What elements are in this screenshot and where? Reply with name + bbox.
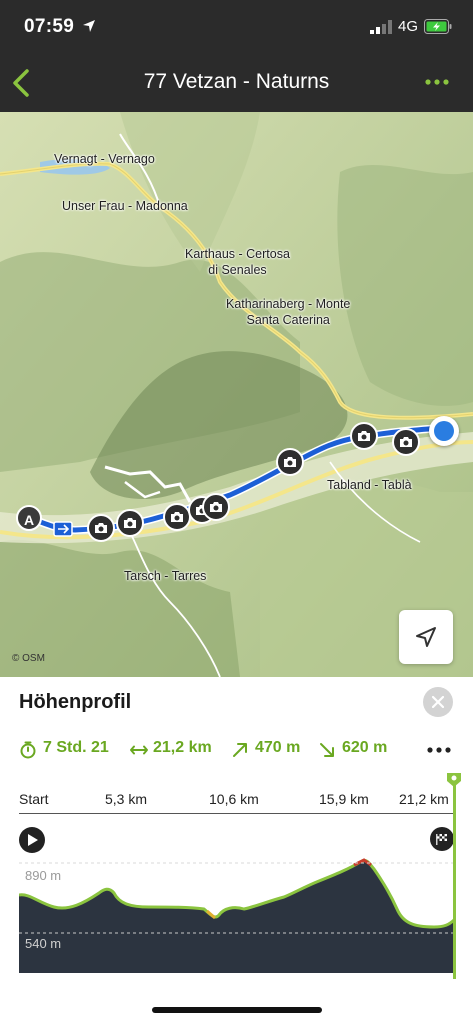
map-attribution[interactable]: © OSM: [12, 653, 45, 664]
stat-ascent-value: 470 m: [255, 739, 301, 756]
place-label-karthaus-line1: Karthaus - Certosa: [185, 247, 290, 261]
stat-duration-value: 7 Std. 21: [43, 739, 109, 756]
axis-tick-5-3: 5,3 km: [105, 791, 148, 807]
axis-tick-21-2: 21,2 km: [399, 791, 449, 807]
photo-marker[interactable]: [87, 514, 115, 542]
start-play-icon: [19, 827, 45, 853]
network-label: 4G: [398, 18, 419, 35]
place-label-katharinaberg-line1: Katharinaberg - Monte: [226, 297, 351, 311]
panel-title: Höhenprofil: [19, 691, 132, 713]
elevation-label-low: 540 m: [25, 936, 62, 951]
camera-icon: [124, 518, 136, 528]
start-marker[interactable]: A: [16, 505, 42, 531]
stat-distance-value: 21,2 km: [153, 739, 212, 756]
cursor-pin-icon[interactable]: [445, 771, 463, 789]
ascent-arrow-icon: [233, 743, 247, 757]
status-time: 07:59: [24, 16, 75, 37]
map-terrain: [0, 112, 473, 677]
photo-marker[interactable]: [116, 509, 144, 537]
navigation-bar: 77 Vetzan - Naturns: [0, 60, 473, 112]
more-icon[interactable]: [424, 72, 450, 92]
current-position-marker: [429, 416, 459, 446]
elevation-label-high: 890 m: [25, 868, 62, 883]
camera-icon: [358, 431, 370, 441]
finish-flag-icon: [430, 827, 454, 851]
axis-tick-15-9: 15,9 km: [319, 791, 369, 807]
distance-axis: Start 5,3 km 10,6 km 15,9 km 21,2 km: [19, 791, 455, 813]
stopwatch-icon: [20, 741, 36, 759]
photo-marker[interactable]: [350, 422, 378, 450]
elevation-profile-chart[interactable]: [19, 823, 455, 973]
place-label-vernagt: Vernagt - Vernago: [54, 152, 155, 166]
place-label-katharinaberg-line2: Santa Caterina: [246, 313, 330, 327]
locate-me-button[interactable]: [399, 610, 453, 664]
close-button[interactable]: [423, 687, 453, 717]
place-label-karthaus: Karthaus - Certosa di Senales: [185, 246, 290, 278]
place-label-tabland: Tabland - Tablà: [327, 478, 412, 492]
place-label-unser-frau: Unser Frau - Madonna: [62, 199, 188, 213]
descent-arrow-icon: [320, 743, 334, 757]
camera-icon: [284, 457, 296, 467]
axis-tick-10-6: 10,6 km: [209, 791, 259, 807]
status-bar: 07:59 4G: [0, 0, 473, 60]
photo-marker[interactable]: [392, 428, 420, 456]
page-title: 77 Vetzan - Naturns: [143, 70, 330, 93]
camera-icon: [210, 502, 222, 512]
signal-icon: [370, 20, 392, 34]
close-icon: [432, 696, 444, 708]
stat-descent-value: 620 m: [342, 739, 388, 756]
location-arrow-icon: [83, 20, 95, 32]
top-bar: 07:59 4G 77 Vetzan - Naturns: [0, 0, 473, 112]
photo-marker[interactable]: [163, 503, 191, 531]
camera-icon: [400, 437, 412, 447]
profile-cursor-line[interactable]: [453, 773, 456, 979]
camera-icon: [171, 512, 183, 522]
route-map[interactable]: Vernagt - Vernago Unser Frau - Madonna K…: [0, 112, 473, 677]
photo-marker[interactable]: [202, 493, 230, 521]
navigation-arrow-icon: [416, 627, 436, 647]
axis-tick-start: Start: [19, 791, 49, 807]
battery-charging-icon: [424, 19, 452, 34]
place-label-karthaus-line2: di Senales: [208, 263, 267, 277]
place-label-katharinaberg: Katharinaberg - Monte Santa Caterina: [226, 296, 350, 328]
more-icon[interactable]: [427, 747, 451, 753]
elevation-panel: Höhenprofil 7 Std. 21 21,2 km 470 m 620 …: [0, 677, 473, 1024]
camera-icon: [95, 523, 107, 533]
home-indicator[interactable]: [152, 1007, 322, 1013]
place-label-tarsch: Tarsch - Tarres: [124, 569, 207, 583]
axis-line: [19, 813, 455, 814]
route-stats: 7 Std. 21 21,2 km 470 m 620 m: [19, 739, 459, 761]
chevron-left-icon[interactable]: [10, 66, 32, 100]
horizontal-arrows-icon: [130, 745, 148, 755]
photo-marker[interactable]: [276, 448, 304, 476]
